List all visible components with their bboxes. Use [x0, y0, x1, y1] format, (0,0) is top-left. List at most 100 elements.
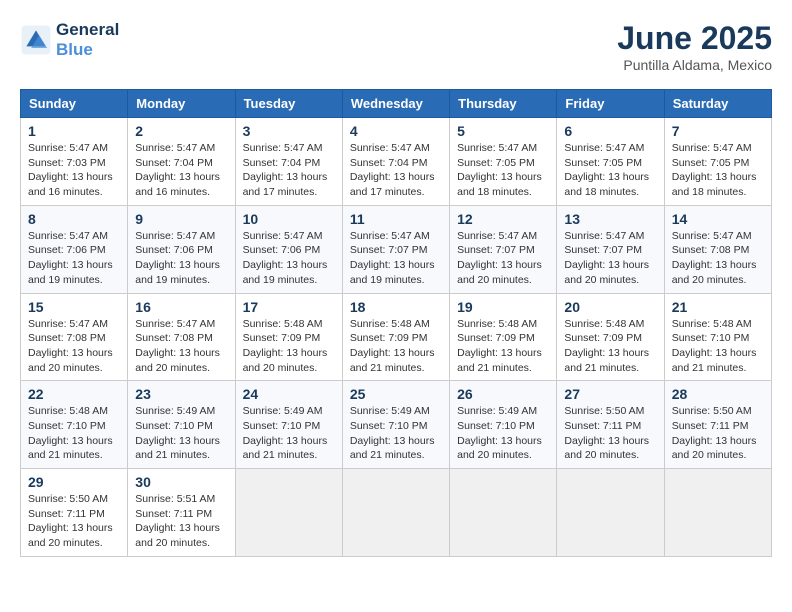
calendar-cell: 28 Sunrise: 5:50 AMSunset: 7:11 PMDayligh…: [664, 381, 771, 469]
logo: General Blue: [20, 20, 119, 60]
day-info: Sunrise: 5:49 AMSunset: 7:10 PMDaylight:…: [457, 404, 549, 463]
day-info: Sunrise: 5:50 AMSunset: 7:11 PMDaylight:…: [672, 404, 764, 463]
day-info: Sunrise: 5:49 AMSunset: 7:10 PMDaylight:…: [135, 404, 227, 463]
day-info: Sunrise: 5:48 AMSunset: 7:09 PMDaylight:…: [350, 317, 442, 376]
day-number: 19: [457, 299, 549, 315]
day-number: 21: [672, 299, 764, 315]
day-number: 3: [243, 123, 335, 139]
day-info: Sunrise: 5:47 AMSunset: 7:04 PMDaylight:…: [350, 141, 442, 200]
calendar-cell: 18Sunrise: 5:48 AMSunset: 7:09 PMDayligh…: [342, 293, 449, 381]
day-number: 20: [564, 299, 656, 315]
calendar-cell: 27Sunrise: 5:50 AMSunset: 7:11 PMDayligh…: [557, 381, 664, 469]
day-info: Sunrise: 5:49 AMSunset: 7:10 PMDaylight:…: [350, 404, 442, 463]
calendar-header: Sunday Monday Tuesday Wednesday Thursday…: [21, 90, 772, 118]
calendar-cell: 25Sunrise: 5:49 AMSunset: 7:10 PMDayligh…: [342, 381, 449, 469]
page-header: General Blue June 2025 Puntilla Aldama, …: [20, 20, 772, 73]
day-number: 7: [672, 123, 764, 139]
day-info: Sunrise: 5:47 AMSunset: 7:08 PMDaylight:…: [28, 317, 120, 376]
calendar-cell: 5 Sunrise: 5:47 AMSunset: 7:05 PMDaylight…: [450, 118, 557, 206]
calendar-body: 1 Sunrise: 5:47 AMSunset: 7:03 PMDaylight…: [21, 118, 772, 557]
calendar-cell: 26Sunrise: 5:49 AMSunset: 7:10 PMDayligh…: [450, 381, 557, 469]
day-number: 9: [135, 211, 227, 227]
calendar-cell: 10 Sunrise: 5:47 AMSunset: 7:06 PMDayligh…: [235, 205, 342, 293]
day-number: 27: [564, 386, 656, 402]
day-info: Sunrise: 5:48 AMSunset: 7:09 PMDaylight:…: [243, 317, 335, 376]
day-info: Sunrise: 5:48 AMSunset: 7:09 PMDaylight:…: [457, 317, 549, 376]
calendar-cell: 30Sunrise: 5:51 AMSunset: 7:11 PMDayligh…: [128, 469, 235, 557]
calendar-cell: 14Sunrise: 5:47 AMSunset: 7:08 PMDayligh…: [664, 205, 771, 293]
calendar-week-3: 15 Sunrise: 5:47 AMSunset: 7:08 PMDayligh…: [21, 293, 772, 381]
calendar-cell: 21 Sunrise: 5:48 AMSunset: 7:10 PMDayligh…: [664, 293, 771, 381]
header-row: Sunday Monday Tuesday Wednesday Thursday…: [21, 90, 772, 118]
calendar-cell: 7 Sunrise: 5:47 AMSunset: 7:05 PMDaylight…: [664, 118, 771, 206]
calendar-cell: 1 Sunrise: 5:47 AMSunset: 7:03 PMDaylight…: [21, 118, 128, 206]
day-info: Sunrise: 5:48 AMSunset: 7:10 PMDaylight:…: [28, 404, 120, 463]
calendar-cell: [450, 469, 557, 557]
calendar-cell: 4 Sunrise: 5:47 AMSunset: 7:04 PMDaylight…: [342, 118, 449, 206]
day-info: Sunrise: 5:47 AMSunset: 7:06 PMDaylight:…: [243, 229, 335, 288]
calendar-cell: 29 Sunrise: 5:50 AMSunset: 7:11 PMDayligh…: [21, 469, 128, 557]
calendar-cell: 20 Sunrise: 5:48 AMSunset: 7:09 PMDayligh…: [557, 293, 664, 381]
day-number: 6: [564, 123, 656, 139]
day-number: 24: [243, 386, 335, 402]
calendar-title: June 2025: [617, 20, 772, 57]
day-info: Sunrise: 5:48 AMSunset: 7:10 PMDaylight:…: [672, 317, 764, 376]
day-info: Sunrise: 5:49 AMSunset: 7:10 PMDaylight:…: [243, 404, 335, 463]
day-info: Sunrise: 5:47 AMSunset: 7:03 PMDaylight:…: [28, 141, 120, 200]
day-info: Sunrise: 5:47 AMSunset: 7:05 PMDaylight:…: [672, 141, 764, 200]
day-info: Sunrise: 5:47 AMSunset: 7:07 PMDaylight:…: [350, 229, 442, 288]
day-info: Sunrise: 5:50 AMSunset: 7:11 PMDaylight:…: [28, 492, 120, 551]
day-info: Sunrise: 5:47 AMSunset: 7:08 PMDaylight:…: [135, 317, 227, 376]
calendar-cell: [557, 469, 664, 557]
day-number: 29: [28, 474, 120, 490]
title-area: June 2025 Puntilla Aldama, Mexico: [617, 20, 772, 73]
calendar-subtitle: Puntilla Aldama, Mexico: [617, 57, 772, 73]
day-number: 2: [135, 123, 227, 139]
calendar-cell: [235, 469, 342, 557]
logo-text: General Blue: [56, 20, 119, 60]
day-info: Sunrise: 5:47 AMSunset: 7:04 PMDaylight:…: [135, 141, 227, 200]
header-sunday: Sunday: [21, 90, 128, 118]
calendar-cell: 13Sunrise: 5:47 AMSunset: 7:07 PMDayligh…: [557, 205, 664, 293]
day-info: Sunrise: 5:47 AMSunset: 7:07 PMDaylight:…: [564, 229, 656, 288]
calendar-cell: [342, 469, 449, 557]
day-info: Sunrise: 5:48 AMSunset: 7:09 PMDaylight:…: [564, 317, 656, 376]
day-number: 23: [135, 386, 227, 402]
calendar-cell: 12 Sunrise: 5:47 AMSunset: 7:07 PMDayligh…: [450, 205, 557, 293]
day-info: Sunrise: 5:47 AMSunset: 7:06 PMDaylight:…: [135, 229, 227, 288]
day-number: 1: [28, 123, 120, 139]
day-number: 30: [135, 474, 227, 490]
day-number: 5: [457, 123, 549, 139]
header-thursday: Thursday: [450, 90, 557, 118]
calendar-cell: 2 Sunrise: 5:47 AMSunset: 7:04 PMDaylight…: [128, 118, 235, 206]
calendar-cell: 3 Sunrise: 5:47 AMSunset: 7:04 PMDaylight…: [235, 118, 342, 206]
logo-icon: [20, 24, 52, 56]
day-info: Sunrise: 5:47 AMSunset: 7:05 PMDaylight:…: [457, 141, 549, 200]
calendar-cell: 17Sunrise: 5:48 AMSunset: 7:09 PMDayligh…: [235, 293, 342, 381]
header-wednesday: Wednesday: [342, 90, 449, 118]
header-saturday: Saturday: [664, 90, 771, 118]
header-monday: Monday: [128, 90, 235, 118]
day-number: 15: [28, 299, 120, 315]
calendar-cell: 6Sunrise: 5:47 AMSunset: 7:05 PMDaylight…: [557, 118, 664, 206]
day-info: Sunrise: 5:47 AMSunset: 7:04 PMDaylight:…: [243, 141, 335, 200]
calendar-cell: 11 Sunrise: 5:47 AMSunset: 7:07 PMDayligh…: [342, 205, 449, 293]
day-number: 10: [243, 211, 335, 227]
day-number: 16: [135, 299, 227, 315]
day-info: Sunrise: 5:47 AMSunset: 7:07 PMDaylight:…: [457, 229, 549, 288]
calendar-cell: 15 Sunrise: 5:47 AMSunset: 7:08 PMDayligh…: [21, 293, 128, 381]
calendar-cell: 22Sunrise: 5:48 AMSunset: 7:10 PMDayligh…: [21, 381, 128, 469]
calendar-week-4: 22Sunrise: 5:48 AMSunset: 7:10 PMDayligh…: [21, 381, 772, 469]
calendar-cell: 24 Sunrise: 5:49 AMSunset: 7:10 PMDayligh…: [235, 381, 342, 469]
calendar-cell: 16 Sunrise: 5:47 AMSunset: 7:08 PMDayligh…: [128, 293, 235, 381]
calendar-week-1: 1 Sunrise: 5:47 AMSunset: 7:03 PMDaylight…: [21, 118, 772, 206]
day-number: 12: [457, 211, 549, 227]
day-number: 28: [672, 386, 764, 402]
calendar-cell: 23 Sunrise: 5:49 AMSunset: 7:10 PMDayligh…: [128, 381, 235, 469]
header-tuesday: Tuesday: [235, 90, 342, 118]
day-number: 11: [350, 211, 442, 227]
day-number: 8: [28, 211, 120, 227]
calendar-cell: [664, 469, 771, 557]
day-number: 4: [350, 123, 442, 139]
calendar-cell: 19 Sunrise: 5:48 AMSunset: 7:09 PMDayligh…: [450, 293, 557, 381]
